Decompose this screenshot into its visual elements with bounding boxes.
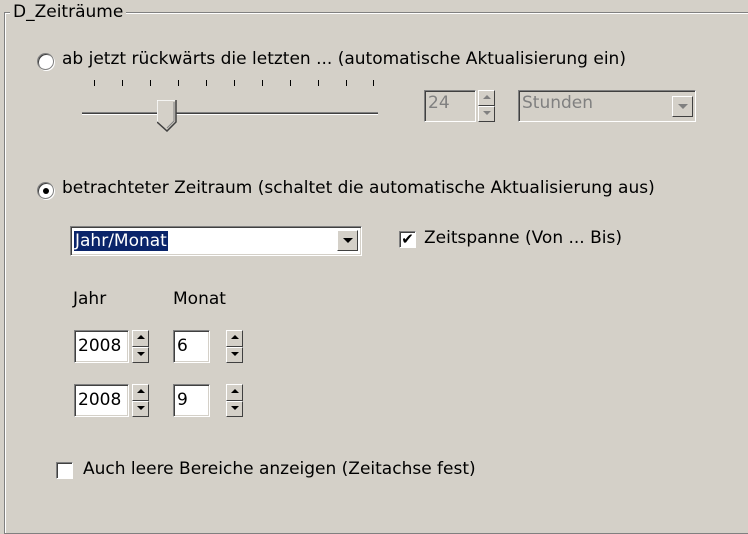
count-down-icon[interactable] (478, 106, 495, 122)
unit-select[interactable]: Stunden (518, 90, 696, 122)
to-year-down-icon[interactable] (132, 400, 149, 417)
span-checkbox-label: Zeitspanne (Von ... Bis) (424, 228, 622, 248)
to-year-field[interactable]: 2008 (74, 384, 129, 417)
from-month-down-icon[interactable] (226, 346, 243, 363)
from-year-spinner[interactable] (132, 330, 149, 363)
mode-select[interactable]: Jahr/Monat (70, 226, 362, 256)
unit-select-value: Stunden (522, 93, 594, 113)
checkmark-icon: ✔ (401, 230, 414, 248)
count-up-icon[interactable] (478, 90, 495, 106)
empty-ranges-label: Auch leere Bereiche anzeigen (Zeitachse … (83, 459, 476, 479)
to-year-spinner[interactable] (132, 384, 149, 417)
radio-dot-icon (43, 188, 49, 194)
from-year-down-icon[interactable] (132, 346, 149, 363)
count-field[interactable]: 24 (424, 90, 476, 122)
to-month-up-icon[interactable] (226, 384, 243, 401)
from-month-spinner[interactable] (226, 330, 243, 363)
count-spinner[interactable] (478, 90, 495, 122)
from-year-field[interactable]: 2008 (74, 330, 129, 363)
relative-radio-label: ab jetzt rückwärts die letzten ... (auto… (62, 49, 626, 69)
slider-thumb[interactable] (156, 100, 177, 132)
period-radio[interactable] (37, 182, 54, 199)
slider-ticks (82, 80, 378, 88)
group-title: D_Zeiträume (10, 2, 127, 22)
unit-dropdown-icon[interactable] (672, 96, 693, 117)
from-month-field[interactable]: 6 (173, 330, 210, 363)
relative-radio[interactable] (37, 53, 54, 70)
year-header: Jahr (73, 289, 107, 309)
to-month-down-icon[interactable] (226, 400, 243, 417)
to-month-field[interactable]: 9 (173, 384, 210, 417)
mode-select-value: Jahr/Monat (74, 231, 168, 251)
from-month-up-icon[interactable] (226, 330, 243, 347)
slider-track[interactable] (82, 112, 378, 115)
period-radio-label: betrachteter Zeitraum (schaltet die auto… (62, 178, 655, 198)
to-year-up-icon[interactable] (132, 384, 149, 401)
month-header: Monat (173, 289, 226, 309)
to-month-spinner[interactable] (226, 384, 243, 417)
span-checkbox[interactable]: ✔ (399, 231, 416, 248)
empty-ranges-checkbox[interactable] (56, 462, 73, 479)
mode-dropdown-icon[interactable] (337, 230, 358, 251)
from-year-up-icon[interactable] (132, 330, 149, 347)
